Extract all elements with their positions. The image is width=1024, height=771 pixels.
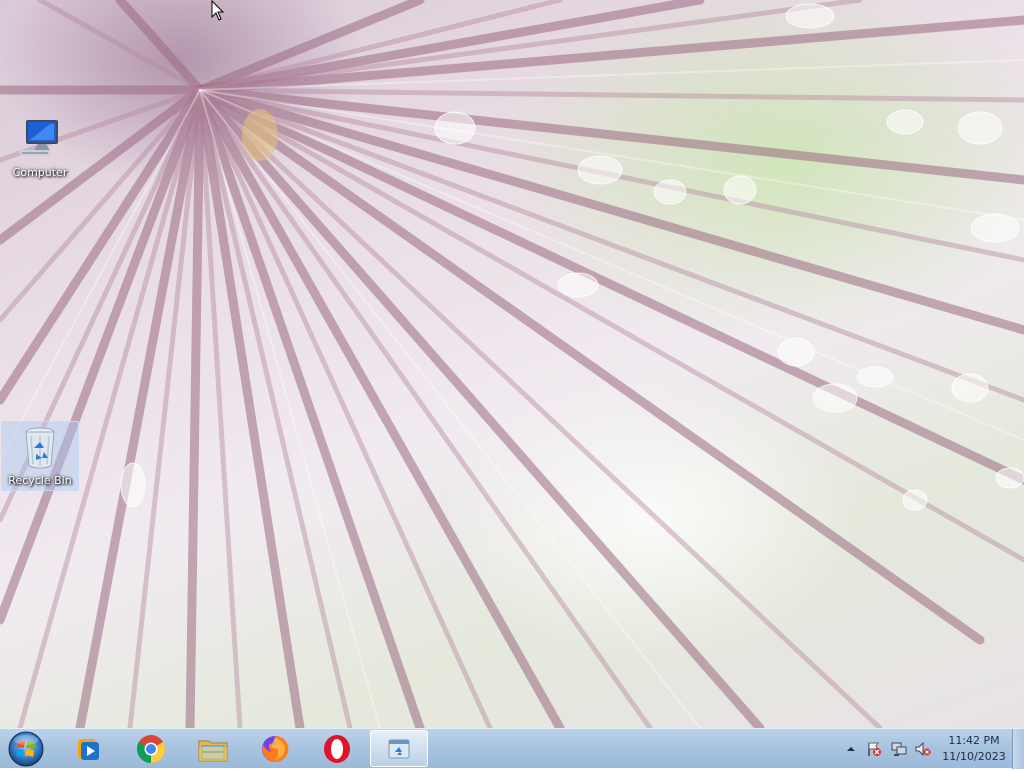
taskbar-firefox-button[interactable] [246,730,304,767]
wallpaper [0,0,1024,728]
action-center-flag-icon[interactable] [866,741,882,757]
recycle-bin-icon [16,424,64,472]
desktop-icon-label: Computer [12,166,68,179]
clock-date: 11/10/2023 [942,750,1006,763]
system-clock[interactable]: 11:42 PM 11/10/2023 [938,733,1010,765]
taskbar-explorer-button[interactable] [184,730,242,767]
computer-icon [16,116,64,164]
clock-time: 11:42 PM [948,734,1000,747]
mouse-cursor-icon [211,0,225,21]
start-button[interactable] [6,730,46,768]
desktop[interactable]: Computer Recycle Bin [0,0,1024,728]
volume-muted-icon[interactable] [915,741,931,757]
desktop-icon-label: Recycle Bin [8,474,72,487]
show-desktop-button[interactable] [1012,729,1024,769]
network-icon[interactable] [891,741,907,757]
desktop-icon-recycle-bin[interactable]: Recycle Bin [1,421,79,491]
chrome-icon [137,734,165,763]
desktop-icon-computer[interactable]: Computer [2,114,78,179]
taskbar-media-player-button[interactable] [60,730,118,767]
taskbar-chrome-button[interactable] [122,730,180,767]
opera-icon [324,734,350,763]
windows-media-player-icon [78,738,99,760]
show-hidden-icons-arrow-icon[interactable] [843,741,859,757]
file-explorer-icon [198,740,228,761]
recycle-bin-window-icon [388,739,410,758]
taskbar-recycle-bin-window-button[interactable] [370,730,428,767]
taskbar: 11:42 PM 11/10/2023 [0,728,1024,769]
windows-start-orb-icon [8,731,44,767]
firefox-icon [262,735,289,762]
taskbar-opera-button[interactable] [308,730,366,767]
